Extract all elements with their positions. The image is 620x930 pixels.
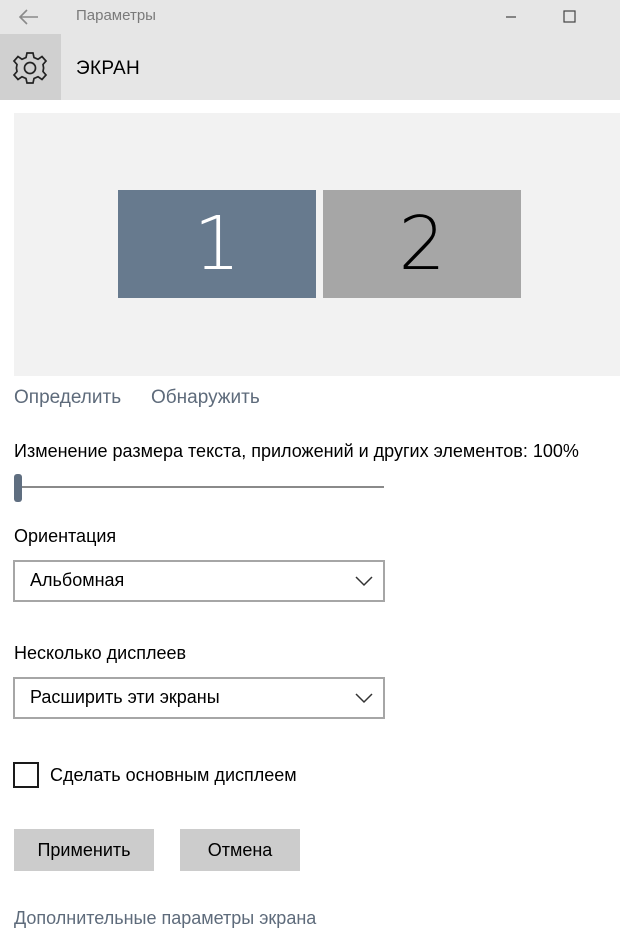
orientation-label: Ориентация xyxy=(14,526,117,546)
cancel-button[interactable]: Отмена xyxy=(180,829,300,871)
multiple-displays-label: Несколько дисплеев xyxy=(14,643,187,663)
multiple-displays-dropdown[interactable]: Расширить эти экраны xyxy=(13,677,385,719)
chevron-down-icon xyxy=(355,693,373,704)
monitor-2-tile[interactable]: 2 xyxy=(323,190,521,298)
maximize-button[interactable] xyxy=(556,6,582,28)
back-arrow-icon xyxy=(18,9,38,25)
detect-link[interactable]: Обнаружить xyxy=(151,387,260,409)
window-title: Параметры xyxy=(76,7,156,24)
scale-slider-thumb[interactable] xyxy=(14,474,22,502)
orientation-value: Альбомная xyxy=(30,570,125,590)
minimize-button[interactable] xyxy=(498,6,524,28)
multiple-displays-value: Расширить эти экраны xyxy=(30,687,220,707)
primary-display-checkbox[interactable] xyxy=(13,762,39,788)
page-title: ЭКРАН xyxy=(76,58,141,79)
primary-display-label[interactable]: Сделать основным дисплеем xyxy=(50,765,297,786)
settings-icon-tile xyxy=(0,34,61,100)
display-arrangement-preview: 1 2 xyxy=(14,113,620,376)
advanced-display-settings-link[interactable]: Дополнительные параметры экрана xyxy=(14,908,316,929)
apply-button[interactable]: Применить xyxy=(14,829,154,871)
minimize-icon xyxy=(506,16,516,18)
scale-slider-track[interactable] xyxy=(14,486,384,488)
scale-label: Изменение размера текста, приложений и д… xyxy=(14,441,579,461)
title-bar: Параметры xyxy=(0,0,620,34)
orientation-dropdown[interactable]: Альбомная xyxy=(13,560,385,602)
identify-link[interactable]: Определить xyxy=(14,387,121,409)
chevron-down-icon xyxy=(355,576,373,587)
back-button[interactable] xyxy=(16,6,42,28)
maximize-icon xyxy=(563,10,576,23)
monitor-1-tile[interactable]: 1 xyxy=(118,190,316,298)
page-header: ЭКРАН xyxy=(0,34,620,100)
gear-icon xyxy=(12,52,48,84)
